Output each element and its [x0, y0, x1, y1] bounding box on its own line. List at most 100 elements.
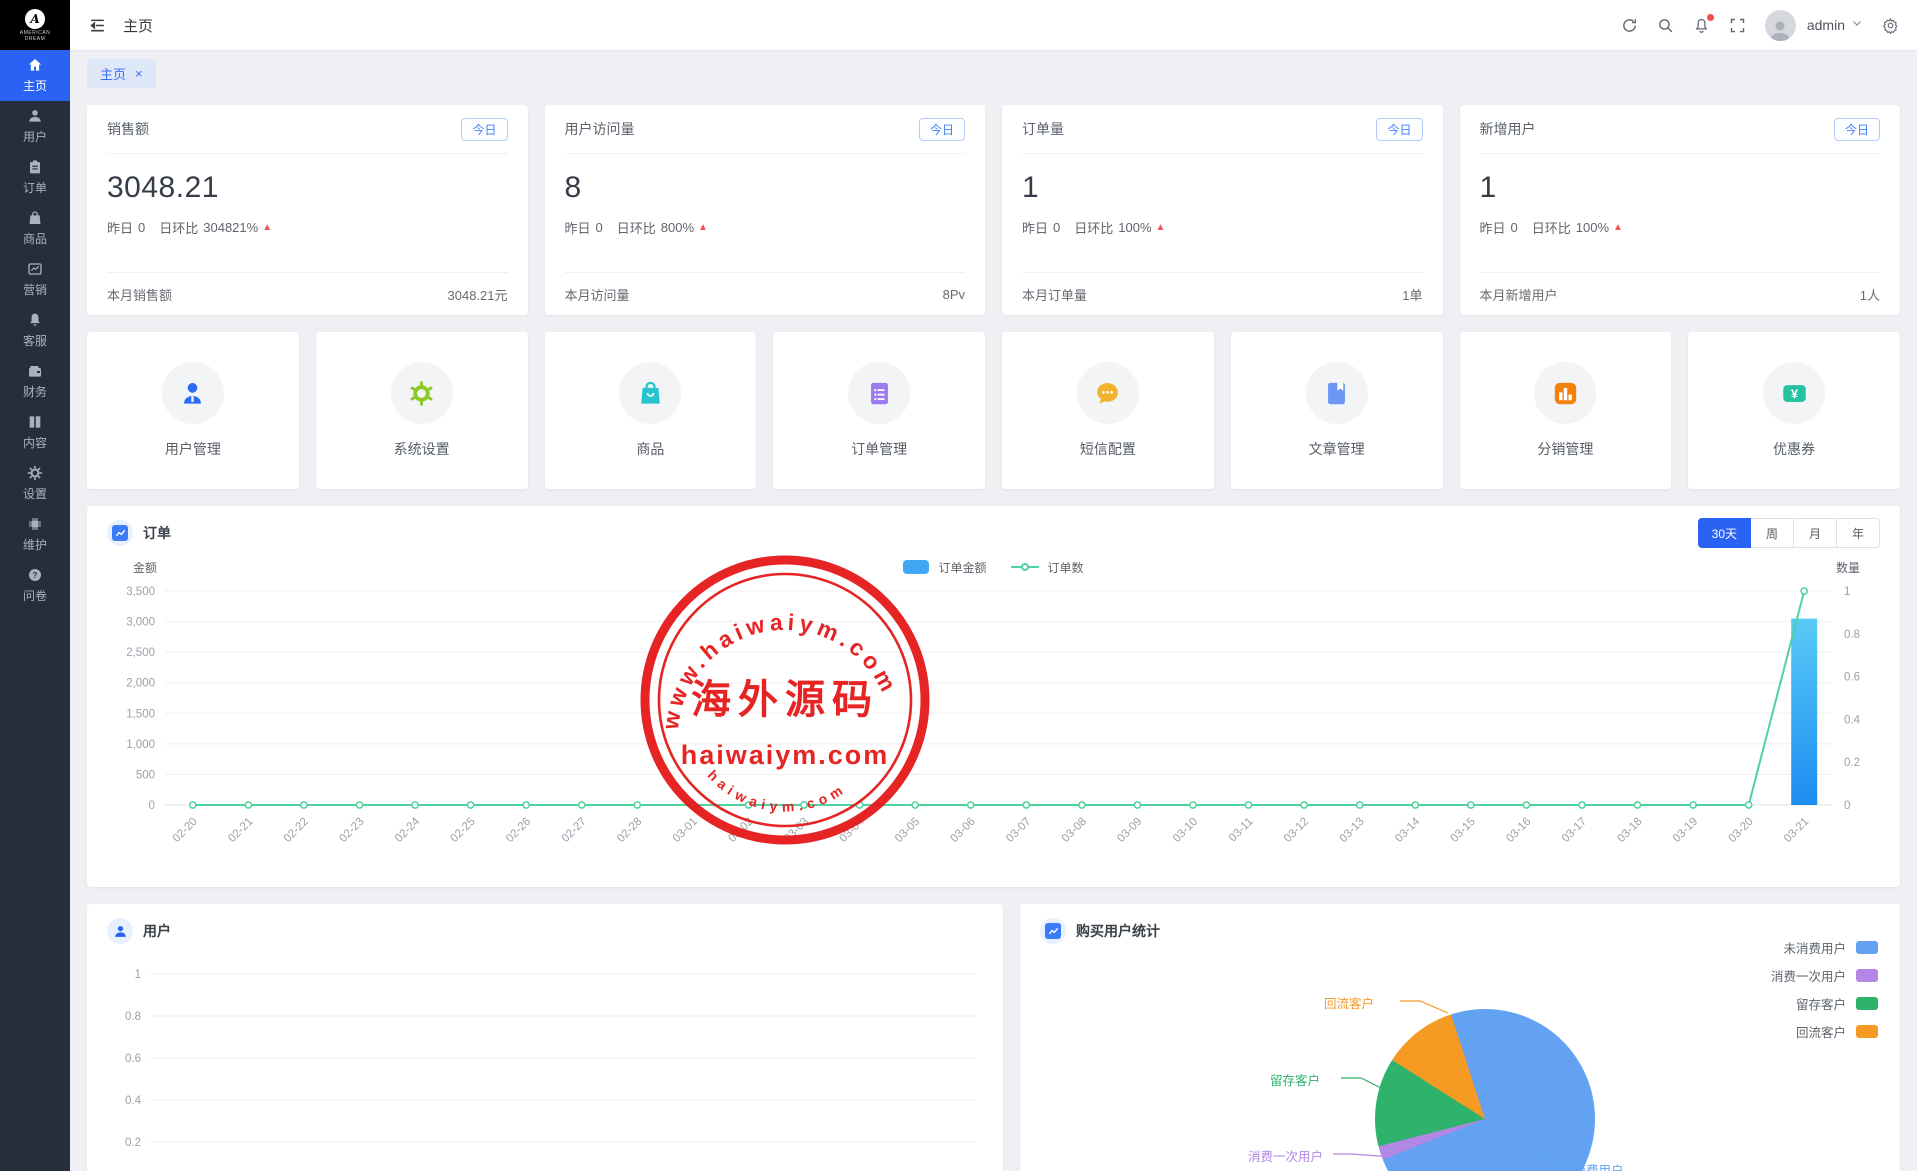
order-chart-legend: 订单金额 订单数: [903, 559, 1083, 576]
book-bookmark-icon: [1323, 380, 1350, 407]
svg-text:02-20: 02-20: [171, 816, 200, 845]
svg-text:0.8: 0.8: [125, 1011, 141, 1023]
sidebar-item-finance[interactable]: 财务: [0, 356, 70, 407]
notifications-bell-icon[interactable]: [1693, 17, 1710, 34]
range-month-button[interactable]: 月: [1793, 518, 1837, 548]
quick-link-label: 订单管理: [851, 439, 907, 459]
quick-link-sms-config[interactable]: 短信配置: [1002, 332, 1214, 489]
logo-letter: A: [30, 12, 39, 26]
svg-text:03-14: 03-14: [1393, 815, 1423, 845]
avatar[interactable]: [1765, 10, 1796, 41]
quick-link-coupon[interactable]: ¥ 优惠券: [1688, 332, 1900, 489]
sidebar-item-settings[interactable]: 设置: [0, 458, 70, 509]
user-chart-title: 用户: [143, 921, 171, 941]
refresh-icon[interactable]: [1621, 17, 1638, 34]
bottom-row: 用户 10.80.60.40.2 购买用户统计 未消费用户 消费一次用户 留存客…: [87, 904, 1900, 1171]
quick-link-goods[interactable]: 商品: [545, 332, 757, 489]
today-badge[interactable]: 今日: [1834, 118, 1880, 141]
sidebar-item-home[interactable]: 主页: [0, 50, 70, 101]
svg-text:?: ?: [33, 571, 38, 580]
svg-text:0: 0: [1844, 800, 1850, 812]
user-chart-icon: [107, 918, 133, 944]
today-badge[interactable]: 今日: [919, 118, 965, 141]
stat-footer-label: 本月订单量: [1022, 285, 1087, 304]
svg-text:0.6: 0.6: [125, 1053, 141, 1065]
quick-links-row: 用户管理 系统设置 商品 订单管理 短信配置: [87, 332, 1900, 489]
ratio-label: 日环比: [159, 218, 198, 237]
svg-text:¥: ¥: [1791, 386, 1799, 401]
quick-link-distribution[interactable]: 分销管理: [1460, 332, 1672, 489]
stat-footer-value: 1人: [1860, 285, 1880, 304]
range-week-button[interactable]: 周: [1750, 518, 1794, 548]
tab-close-icon[interactable]: ×: [135, 67, 143, 80]
svg-text:03-17: 03-17: [1560, 816, 1589, 845]
main-area: 主页 admin: [70, 0, 1917, 1171]
svg-text:03-19: 03-19: [1671, 816, 1700, 845]
sidebar-item-users[interactable]: 用户: [0, 101, 70, 152]
sidebar-item-content[interactable]: 内容: [0, 407, 70, 458]
legend-returning[interactable]: 回流客户: [1796, 1022, 1878, 1041]
stat-footer-label: 本月访问量: [565, 285, 630, 304]
today-badge[interactable]: 今日: [1376, 118, 1422, 141]
pie-chart[interactable]: [1375, 1009, 1595, 1171]
fullscreen-icon[interactable]: [1729, 17, 1746, 34]
quick-icon-circle: [162, 362, 224, 424]
stat-card-visits: 用户访问量今日 8 昨日0日环比800%▲ 本月访问量8Pv: [545, 105, 986, 315]
sidebar-item-orders[interactable]: 订单: [0, 152, 70, 203]
svg-text:03-16: 03-16: [1504, 816, 1533, 845]
sidebar-item-maintain[interactable]: 维护: [0, 509, 70, 560]
shopping-bag-icon: [637, 380, 664, 407]
svg-text:03-08: 03-08: [1060, 816, 1089, 845]
svg-text:02-25: 02-25: [448, 816, 477, 845]
user-icon: [113, 924, 128, 939]
legend-swatch: [1856, 969, 1878, 982]
legend-no-purchase[interactable]: 未消费用户: [1783, 938, 1878, 957]
svg-text:02-22: 02-22: [282, 816, 311, 845]
prev-label: 昨日: [1022, 218, 1048, 237]
quick-link-order-manage[interactable]: 订单管理: [773, 332, 985, 489]
svg-text:02-27: 02-27: [560, 816, 589, 845]
quick-link-label: 商品: [636, 439, 664, 459]
svg-text:03-21: 03-21: [1782, 816, 1811, 845]
quick-link-article-manage[interactable]: 文章管理: [1231, 332, 1443, 489]
topbar-actions: admin: [1621, 10, 1899, 41]
svg-text:0: 0: [149, 800, 155, 812]
ratio-value: 304821%: [203, 220, 258, 235]
sidebar: A AMERICANDREAM 主页 用户 订单 商品 营销: [0, 0, 70, 1171]
search-icon[interactable]: [1657, 17, 1674, 34]
svg-text:0.4: 0.4: [125, 1095, 142, 1107]
collapse-menu-icon[interactable]: [88, 16, 107, 35]
quick-icon-circle: [391, 362, 453, 424]
today-badge[interactable]: 今日: [461, 118, 507, 141]
legend-one-purchase[interactable]: 消费一次用户: [1771, 966, 1878, 985]
svg-text:0.6: 0.6: [1844, 672, 1860, 684]
sidebar-item-label: 维护: [23, 536, 47, 553]
prev-label: 昨日: [565, 218, 591, 237]
stat-card-sales: 销售额今日 3048.21 昨日0日环比304821%▲ 本月销售额3048.2…: [87, 105, 528, 315]
settings-gear-icon[interactable]: [1882, 17, 1899, 34]
legend-retained[interactable]: 留存客户: [1796, 994, 1878, 1013]
legend-order-count[interactable]: 订单数: [1011, 559, 1084, 576]
svg-text:03-07: 03-07: [1004, 816, 1033, 845]
trend-up-icon: ▲: [1613, 222, 1623, 233]
range-30d-button[interactable]: 30天: [1698, 518, 1751, 548]
notification-dot: [1707, 14, 1714, 21]
sidebar-item-goods[interactable]: 商品: [0, 203, 70, 254]
legend-order-amount[interactable]: 订单金额: [903, 559, 986, 576]
sidebar-item-marketing[interactable]: 营销: [0, 254, 70, 305]
svg-text:03-11: 03-11: [1227, 816, 1256, 845]
tab-home[interactable]: 主页 ×: [87, 59, 156, 88]
sidebar-item-survey[interactable]: ? 问卷: [0, 560, 70, 611]
account-menu[interactable]: admin: [1807, 16, 1863, 34]
quick-link-user-manage[interactable]: 用户管理: [87, 332, 299, 489]
sidebar-item-service[interactable]: 客服: [0, 305, 70, 356]
range-year-button[interactable]: 年: [1836, 518, 1880, 548]
quick-link-system-settings[interactable]: 系统设置: [316, 332, 528, 489]
legend-swatch: [1856, 941, 1878, 954]
svg-text:03-09: 03-09: [1115, 816, 1144, 845]
svg-text:02-21: 02-21: [226, 816, 255, 845]
svg-text:0.8: 0.8: [1844, 629, 1860, 641]
sidebar-item-label: 用户: [23, 128, 47, 145]
pie-label-retained: 留存客户: [1270, 1070, 1320, 1089]
svg-text:1: 1: [135, 969, 141, 981]
